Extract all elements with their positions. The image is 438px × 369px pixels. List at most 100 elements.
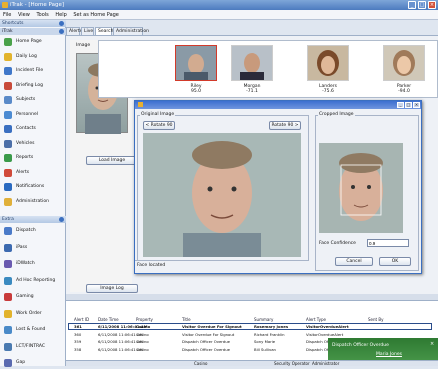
ok-button[interactable]: OK (379, 257, 411, 266)
table-cell[interactable]: Visitor Overdue For Signout (182, 323, 242, 330)
table-cell[interactable]: 360 (74, 331, 81, 338)
ipass-icon (4, 243, 12, 252)
sidebar-item-subjects[interactable]: Subjects (2, 94, 64, 106)
cropped-image-label: Cropped Image (318, 112, 355, 117)
sidebar-item-idwatch[interactable]: iDWatch (2, 258, 64, 270)
sidebar-item-gaming[interactable]: Gaming (2, 291, 64, 303)
menu-file[interactable]: File (3, 12, 11, 18)
minimize-button[interactable]: _ (408, 1, 416, 9)
tab-live[interactable]: Live (81, 27, 94, 35)
grid-header[interactable]: Property (136, 316, 153, 323)
image-log-button[interactable]: Image Log (86, 284, 138, 293)
sidebar-item-label: iDWatch (16, 261, 35, 266)
shortcuts-header[interactable]: Shortcuts (0, 20, 66, 27)
match-thumbnail[interactable] (307, 45, 349, 81)
sidebar-item-daily-log[interactable]: Daily Log (2, 51, 64, 63)
sidebar-item-personnel[interactable]: Personnel (2, 109, 64, 121)
dialog-minimize-button[interactable]: _ (397, 102, 404, 108)
table-cell[interactable]: Casino (136, 338, 149, 345)
popup-link[interactable]: Maria Jones (376, 352, 402, 357)
grid-header[interactable]: Alert Type (306, 316, 326, 323)
contacts-icon (4, 125, 12, 133)
table-cell[interactable]: Visitor Overdue For Signout (182, 331, 234, 338)
sidebar-item-lct-fintrac[interactable]: LCT/FINTRAC (2, 341, 64, 353)
maximize-button[interactable]: □ (418, 1, 426, 9)
sidebar-item-vehicles[interactable]: Vehicles (2, 138, 64, 150)
sidebar-item-label: Ad Hoc Reporting (16, 277, 56, 283)
dialog-maximize-button[interactable]: □ (405, 102, 412, 108)
match-score: -94.0 (398, 89, 410, 94)
sidebar-item-label: Alerts (16, 169, 30, 175)
sidebar-item-dispatch[interactable]: Dispatch (2, 225, 64, 237)
match-thumbnail[interactable] (175, 45, 217, 81)
ad-hoc-reporting-icon (4, 276, 12, 285)
grid-header[interactable]: Alert ID (74, 316, 89, 323)
sidebar-item-contacts[interactable]: Contacts (2, 123, 64, 135)
sidebar-item-incident-file[interactable]: Incident File (2, 65, 64, 77)
sidebar-item-label: LCT/FINTRAC (16, 343, 46, 349)
face-confidence-input[interactable] (367, 239, 409, 247)
grid-header[interactable]: Title (182, 316, 191, 323)
table-cell[interactable]: Bill Sullivan (254, 346, 276, 353)
grid-header[interactable]: Sent By (368, 316, 384, 323)
face-crop-dialog: _ □ × Original Image < Rotate 90 Rotate … (134, 100, 422, 274)
table-cell[interactable]: 361 (74, 323, 82, 330)
sidebar-item-lost-found[interactable]: Lost & Found (2, 324, 64, 336)
sidebar-item-ipass[interactable]: iPass (2, 242, 64, 254)
sidebar-item-label: iPass (16, 244, 28, 250)
menu-view[interactable]: View (18, 12, 30, 18)
work-order-icon (4, 309, 12, 318)
personnel-icon (4, 110, 12, 119)
match-thumbnail[interactable] (383, 45, 425, 81)
menu-set-home-page[interactable]: Set as Home Page (73, 12, 119, 18)
rotate-right-button[interactable]: Rotate 90 > (269, 121, 301, 130)
cancel-button[interactable]: Cancel (335, 257, 373, 266)
table-cell[interactable]: Casino (136, 346, 149, 353)
sidebar-item-gap[interactable]: Gap (2, 357, 64, 369)
grid-header[interactable]: Date Time (98, 316, 119, 323)
collapse-icon[interactable] (59, 21, 64, 26)
menu-tools[interactable]: Tools (36, 12, 48, 18)
menu-help[interactable]: Help (55, 12, 66, 18)
popup-close-icon[interactable]: × (430, 341, 434, 347)
grid-header[interactable]: Summary (254, 316, 273, 323)
sidebar-item-label: Reports (16, 155, 34, 160)
extra-header[interactable]: Extra (0, 216, 66, 223)
sidebar-item-notifications[interactable]: Notifications (2, 181, 64, 193)
table-cell[interactable]: 358 (74, 346, 81, 353)
load-image-button[interactable]: Load Image (86, 156, 138, 165)
image-label: Image (76, 43, 91, 48)
table-cell[interactable]: Rosemary Jones (254, 323, 288, 330)
close-button[interactable]: × (428, 1, 436, 9)
sidebar-item-home-page[interactable]: Home Page (2, 36, 64, 48)
table-cell[interactable]: Casino (136, 323, 150, 330)
table-cell[interactable]: Dispatch Officer Overdue (182, 338, 230, 345)
sidebar-item-ad-hoc-reporting[interactable]: Ad Hoc Reporting (2, 275, 64, 287)
collapse-icon[interactable] (59, 217, 64, 222)
sidebar-item-administration[interactable]: Administration (2, 196, 64, 208)
sidebar-item-label: Lost & Found (16, 327, 46, 332)
dialog-close-button[interactable]: × (413, 102, 420, 108)
match-thumbnail[interactable] (231, 45, 273, 81)
rotate-left-button[interactable]: < Rotate 90 (143, 121, 175, 130)
lost-found-icon (4, 326, 12, 334)
table-cell[interactable]: Richard Franklin (254, 331, 285, 338)
tab-administration[interactable]: Administration (113, 27, 149, 35)
table-cell[interactable]: VisitorOverdueAlert (306, 331, 343, 338)
collapse-icon[interactable] (59, 29, 64, 34)
table-cell[interactable]: Casino (136, 331, 149, 338)
tab-alerts[interactable]: Alerts (66, 27, 82, 35)
itrak-header[interactable]: iTrak (0, 28, 66, 35)
home-icon (4, 38, 12, 46)
sidebar-item-alerts[interactable]: Alerts (2, 167, 64, 179)
sidebar-item-reports[interactable]: Reports (2, 152, 64, 164)
table-cell[interactable]: 359 (74, 338, 81, 345)
tab-search[interactable]: Search (95, 27, 113, 35)
sidebar-item-work-order[interactable]: Work Order (2, 308, 64, 320)
match-results: Riley 95.0 Morgan -71.1 Landers -75.6 Pa… (98, 40, 438, 98)
table-cell[interactable]: Dispatch Officer Overdue (182, 346, 230, 353)
incident-file-icon (4, 67, 12, 75)
table-cell[interactable]: VisitorOverdueAlert (306, 323, 349, 330)
sidebar-item-briefing-log[interactable]: Briefing Log (2, 80, 64, 92)
table-cell[interactable]: Sony Marie (254, 338, 275, 345)
